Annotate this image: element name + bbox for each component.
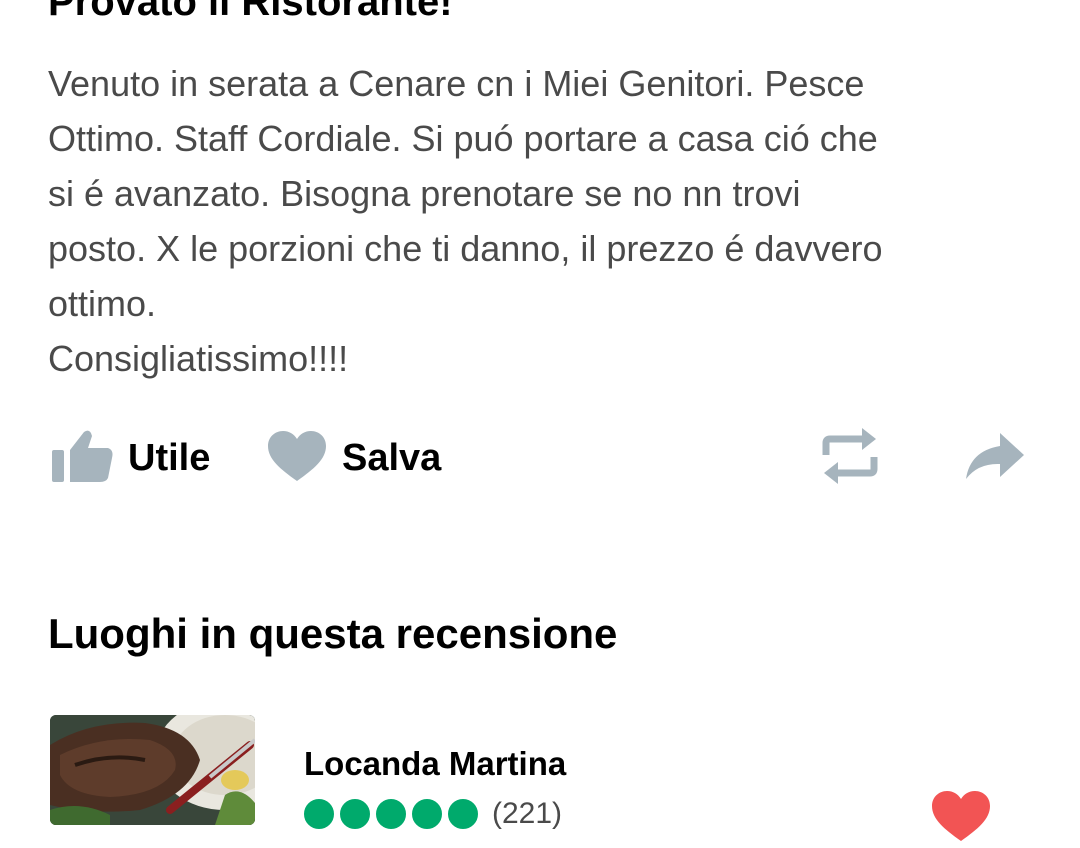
review-text: Venuto in serata a Cenare cn i Miei Geni… [48, 56, 1038, 386]
review-title: Provato il Ristorante! [48, 0, 453, 24]
place-photo[interactable] [50, 715, 255, 825]
review-text-line: Consigliatissimo!!!! [48, 338, 349, 379]
review-actions-bar: Utile Salva [48, 420, 1038, 496]
rating-bubble-icon [376, 799, 406, 829]
review-text-line: si é avanzato. Bisogna prenotare se no n… [48, 173, 801, 214]
helpful-button[interactable]: Utile [50, 420, 210, 496]
save-label: Salva [342, 436, 442, 479]
helpful-label: Utile [128, 436, 211, 479]
review-text-line: posto. X le porzioni che ti danno, il pr… [48, 228, 883, 269]
review-text-line: ottimo. [48, 283, 157, 324]
share-button[interactable] [964, 420, 1026, 496]
place-card[interactable]: Locanda Martina (221) [50, 715, 1040, 841]
heart-icon [930, 791, 992, 847]
favorite-button[interactable] [930, 789, 992, 848]
repost-icon [820, 425, 880, 492]
bubble-rating: (221) [304, 797, 562, 831]
rating-bubble-icon [340, 799, 370, 829]
share-arrow-icon [964, 431, 1026, 486]
rating-bubble-icon [448, 799, 478, 829]
save-button[interactable]: Salva [266, 420, 441, 496]
rating-bubble-icon [304, 799, 334, 829]
place-name[interactable]: Locanda Martina [304, 745, 566, 783]
review-text-line: Venuto in serata a Cenare cn i Miei Geni… [48, 63, 865, 104]
heart-icon [266, 429, 328, 488]
rating-count: (221) [492, 797, 563, 830]
repost-button[interactable] [820, 420, 880, 496]
review-text-line: Ottimo. Staff Cordiale. Si puó portare a… [48, 118, 878, 159]
places-section-heading: Luoghi in questa recensione [48, 610, 618, 657]
thumbs-up-icon [50, 428, 114, 489]
rating-bubble-icon [412, 799, 442, 829]
